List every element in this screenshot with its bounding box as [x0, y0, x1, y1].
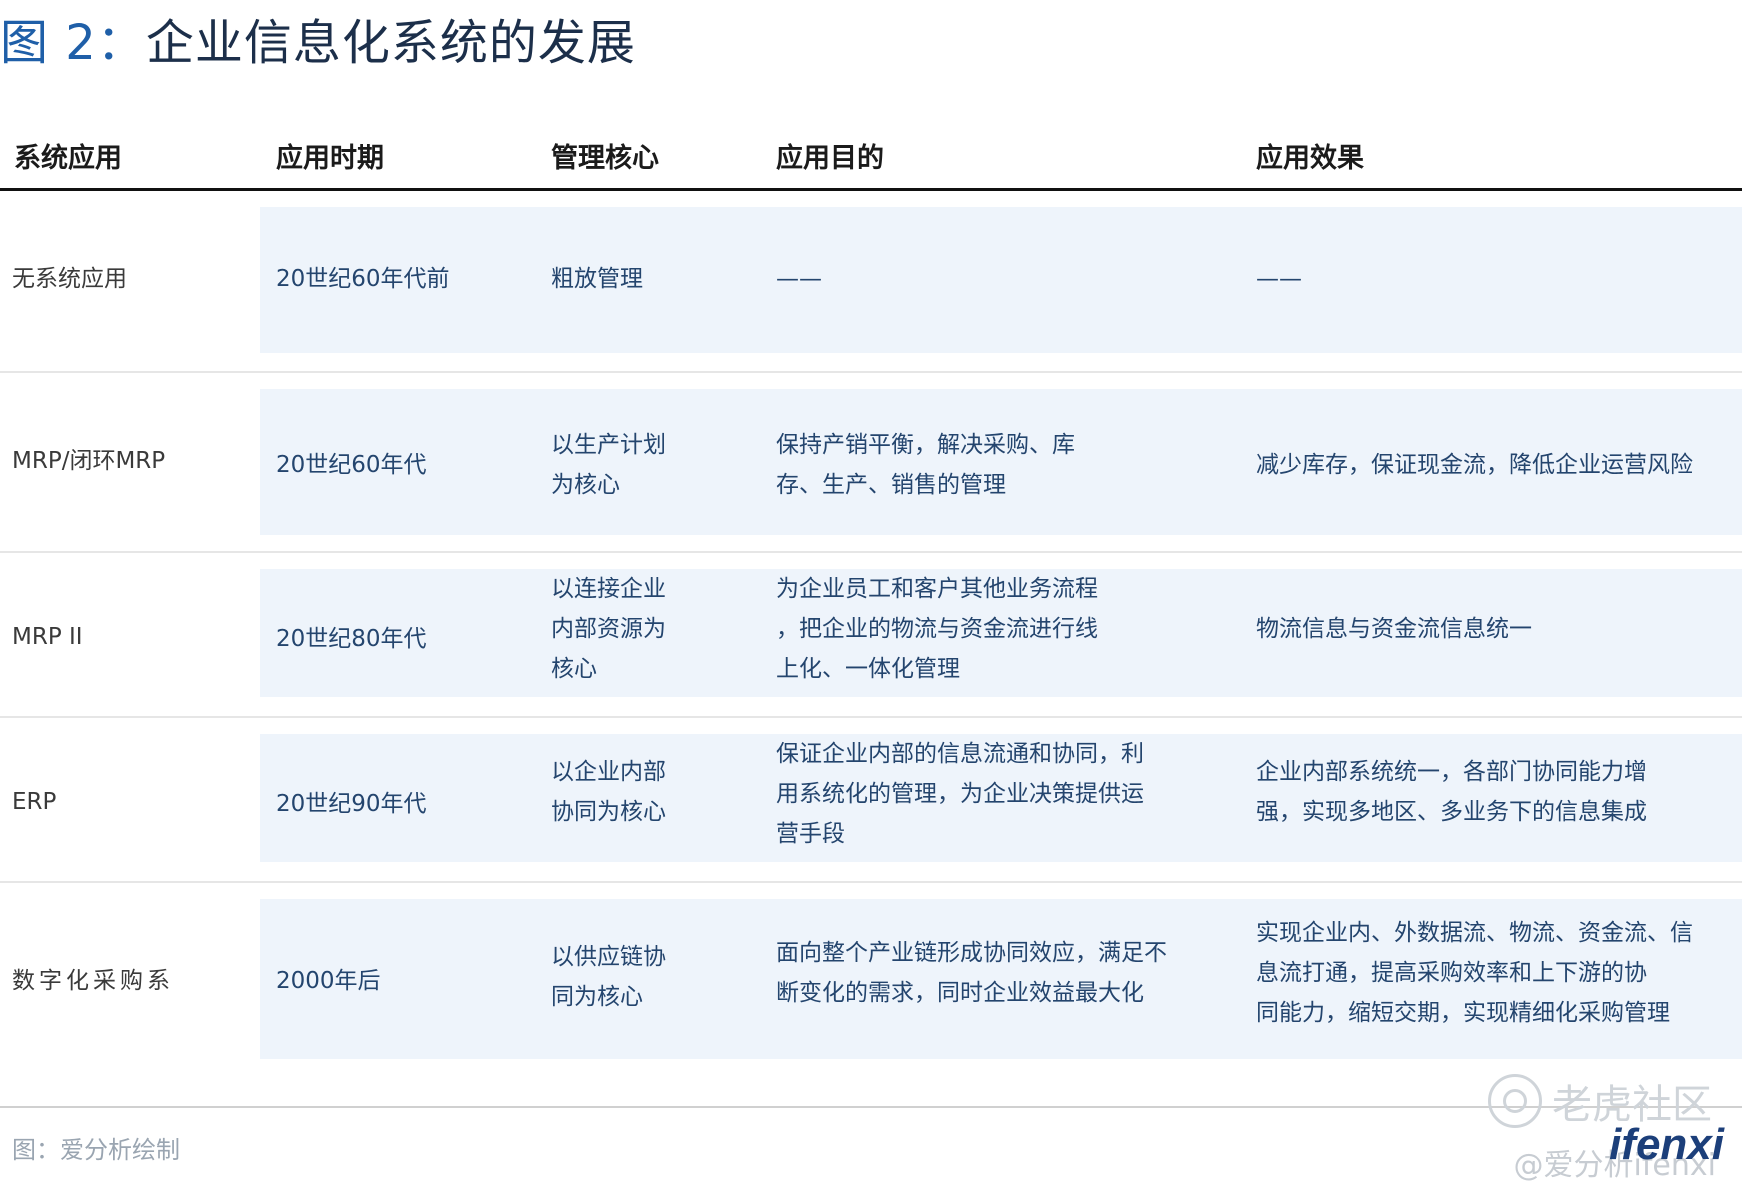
cell-line: 内部资源为: [551, 616, 666, 642]
cell-goal: 保持产销平衡，解决采购、库 存、生产、销售的管理: [776, 425, 1216, 505]
figure-number: 图 2：: [0, 15, 146, 71]
cell-line: 面向整个产业链形成协同效应，满足不: [776, 940, 1167, 966]
cell-line: 减少库存，保证现金流，降低企业运营风险: [1256, 452, 1693, 478]
cell-system: MRP/闭环MRP: [12, 448, 166, 474]
header-system: 系统应用: [14, 143, 122, 174]
table-row: MRP II 20世纪80年代 以连接企业 内部资源为 核心 为企业员工和客户其…: [0, 553, 1742, 718]
cell-core: 以企业内部 协同为核心: [551, 752, 741, 832]
cell-line: 保证企业内部的信息流通和协同，利: [776, 741, 1144, 767]
cell-effect: 实现企业内、外数据流、物流、资金流、信 息流打通，提高采购效率和上下游的协 同能…: [1256, 913, 1726, 1033]
cell-line: 用系统化的管理，为企业决策提供运: [776, 781, 1144, 807]
cell-effect: 企业内部系统统一，各部门协同能力增 强，实现多地区、多业务下的信息集成: [1256, 752, 1726, 832]
cell-line: 保持产销平衡，解决采购、库: [776, 432, 1075, 458]
cell-line: 上化、一体化管理: [776, 656, 960, 682]
table-row: 数字化采购系 2000年后 以供应链协 同为核心 面向整个产业链形成协同效应，满…: [0, 883, 1742, 1083]
cell-core: 以供应链协 同为核心: [551, 937, 741, 1017]
table-row: 无系统应用 20世纪60年代前 粗放管理 —— ——: [0, 191, 1742, 373]
cell-effect: ——: [1256, 259, 1726, 299]
cell-line: 以连接企业: [551, 576, 666, 602]
cell-line: ——: [1256, 266, 1302, 292]
cell-goal: 保证企业内部的信息流通和协同，利 用系统化的管理，为企业决策提供运 营手段: [776, 734, 1216, 854]
cell-period: 20世纪60年代: [276, 452, 427, 478]
cell-effect: 物流信息与资金流信息统一: [1256, 609, 1726, 649]
cell-line: 实现企业内、外数据流、物流、资金流、信: [1256, 920, 1693, 946]
cell-line: 物流信息与资金流信息统一: [1256, 616, 1532, 642]
cell-goal: ——: [776, 259, 1216, 299]
cell-line: 同能力，缩短交期，实现精细化采购管理: [1256, 1000, 1670, 1026]
ifenxi-logo: ifenxi: [1609, 1120, 1724, 1169]
cell-line: 协同为核心: [551, 799, 666, 825]
cell-line: ，把企业的物流与资金流进行线: [776, 616, 1098, 642]
cell-goal: 为企业员工和客户其他业务流程 ，把企业的物流与资金流进行线 上化、一体化管理: [776, 569, 1216, 689]
cell-line: ——: [776, 266, 822, 292]
cell-core: 以生产计划 为核心: [551, 425, 741, 505]
cell-line: 核心: [551, 656, 597, 682]
cell-core: 粗放管理: [551, 259, 741, 299]
cell-system: 无系统应用: [12, 266, 127, 292]
cell-period: 20世纪90年代: [276, 791, 427, 817]
cell-system: ERP: [12, 789, 57, 815]
cell-line: 断变化的需求，同时企业效益最大化: [776, 980, 1144, 1006]
cell-line: 以供应链协: [551, 944, 666, 970]
footer-divider: [0, 1106, 1742, 1108]
header-goal: 应用目的: [776, 143, 884, 174]
header-core: 管理核心: [551, 143, 659, 174]
cell-line: 营手段: [776, 821, 845, 847]
cell-core: 以连接企业 内部资源为 核心: [551, 569, 741, 689]
cell-period: 20世纪60年代前: [276, 266, 450, 292]
cell-line: 息流打通，提高采购效率和上下游的协: [1256, 960, 1647, 986]
cell-period: 2000年后: [276, 968, 381, 994]
cell-line: 为企业员工和客户其他业务流程: [776, 576, 1098, 602]
tiger-community-logo-icon: [1488, 1074, 1542, 1128]
source-note: 图：爱分析绘制: [12, 1136, 180, 1164]
cell-goal: 面向整个产业链形成协同效应，满足不 断变化的需求，同时企业效益最大化: [776, 933, 1216, 1013]
cell-line: 为核心: [551, 472, 620, 498]
header-period: 应用时期: [276, 143, 384, 174]
cell-line: 强，实现多地区、多业务下的信息集成: [1256, 799, 1647, 825]
cell-line: 同为核心: [551, 984, 643, 1010]
cell-system: MRP II: [12, 624, 83, 650]
systems-table: 系统应用 应用时期 管理核心 应用目的 应用效果 无系统应用 20世纪60年代前…: [0, 130, 1742, 1083]
header-effect: 应用效果: [1256, 143, 1364, 174]
figure-title: 图 2：企业信息化系统的发展: [0, 10, 636, 76]
cell-line: 粗放管理: [551, 266, 643, 292]
figure-caption: 企业信息化系统的发展: [145, 15, 636, 71]
cell-effect: 减少库存，保证现金流，降低企业运营风险: [1256, 445, 1726, 485]
table-row: ERP 20世纪90年代 以企业内部 协同为核心 保证企业内部的信息流通和协同，…: [0, 718, 1742, 883]
cell-system: 数字化采购系: [12, 968, 174, 994]
cell-line: 以企业内部: [551, 759, 666, 785]
cell-line: 企业内部系统统一，各部门协同能力增: [1256, 759, 1647, 785]
table-row: MRP/闭环MRP 20世纪60年代 以生产计划 为核心 保持产销平衡，解决采购…: [0, 373, 1742, 553]
table-header: 系统应用 应用时期 管理核心 应用目的 应用效果: [0, 130, 1742, 191]
cell-line: 以生产计划: [551, 432, 666, 458]
cell-period: 20世纪80年代: [276, 626, 427, 652]
cell-line: 存、生产、销售的管理: [776, 472, 1006, 498]
